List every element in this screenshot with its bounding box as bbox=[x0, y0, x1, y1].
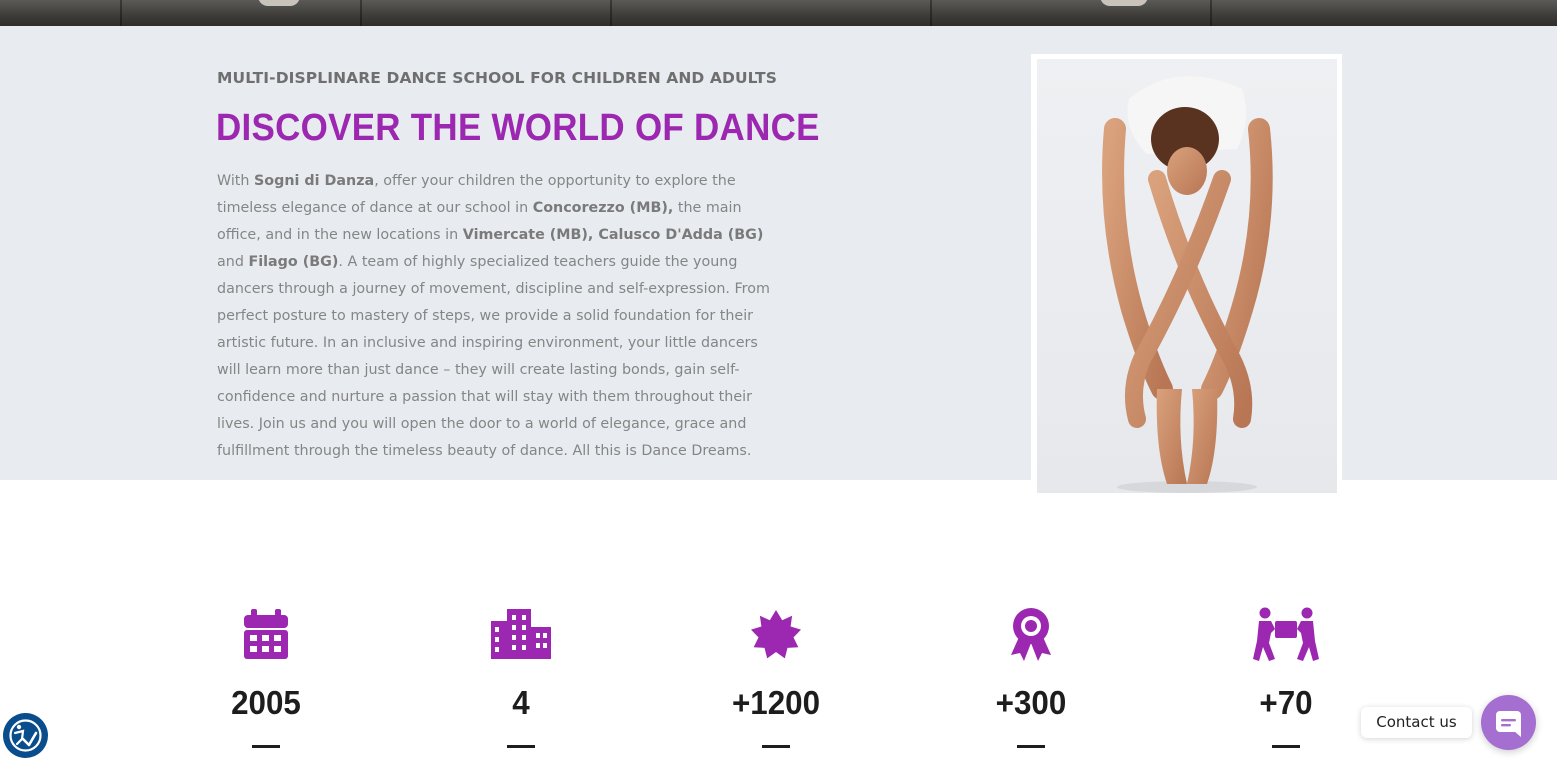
stats-section: 2005 4 +1200 +300 +70 bbox=[0, 480, 1557, 772]
calendar-icon bbox=[244, 609, 288, 659]
accessibility-button[interactable] bbox=[3, 713, 48, 758]
intro-headline: DISCOVER THE WORLD OF DANCE bbox=[216, 107, 820, 149]
dancer-photo-frame bbox=[1031, 54, 1342, 497]
people-carry-icon bbox=[1253, 607, 1319, 661]
contact-us-label[interactable]: Contact us bbox=[1361, 707, 1472, 738]
stat-divider bbox=[1272, 745, 1300, 748]
stat-value: +1200 bbox=[731, 684, 821, 721]
stat-teachers: +70 bbox=[1216, 607, 1356, 748]
stat-value: 4 bbox=[512, 684, 530, 721]
chat-icon bbox=[1496, 711, 1521, 737]
badge-icon bbox=[751, 610, 801, 659]
stat-divider bbox=[507, 745, 535, 748]
stat-divider bbox=[252, 745, 280, 748]
building-icon bbox=[491, 609, 551, 659]
contact-chat-button[interactable] bbox=[1481, 695, 1536, 750]
stat-divider bbox=[762, 745, 790, 748]
award-icon bbox=[1011, 608, 1051, 661]
stat-value: +300 bbox=[995, 684, 1067, 721]
hero-image-bottom bbox=[0, 0, 1557, 26]
accessibility-icon bbox=[9, 719, 42, 752]
stat-value: +70 bbox=[1259, 684, 1313, 721]
stat-divider bbox=[1017, 745, 1045, 748]
intro-eyebrow: MULTI-DISPLINARE DANCE SCHOOL FOR CHILDR… bbox=[217, 69, 777, 87]
intro-section: MULTI-DISPLINARE DANCE SCHOOL FOR CHILDR… bbox=[0, 26, 1557, 497]
stat-students: +1200 bbox=[706, 607, 846, 748]
intro-paragraph: With Sogni di Danza, offer your children… bbox=[217, 173, 770, 459]
stat-value: 2005 bbox=[231, 684, 301, 721]
stat-founded: 2005 bbox=[196, 607, 336, 748]
stat-locations: 4 bbox=[451, 607, 591, 748]
dancer-illustration bbox=[1102, 76, 1273, 493]
stat-awards: +300 bbox=[961, 607, 1101, 748]
dancer-photo bbox=[1037, 59, 1337, 493]
